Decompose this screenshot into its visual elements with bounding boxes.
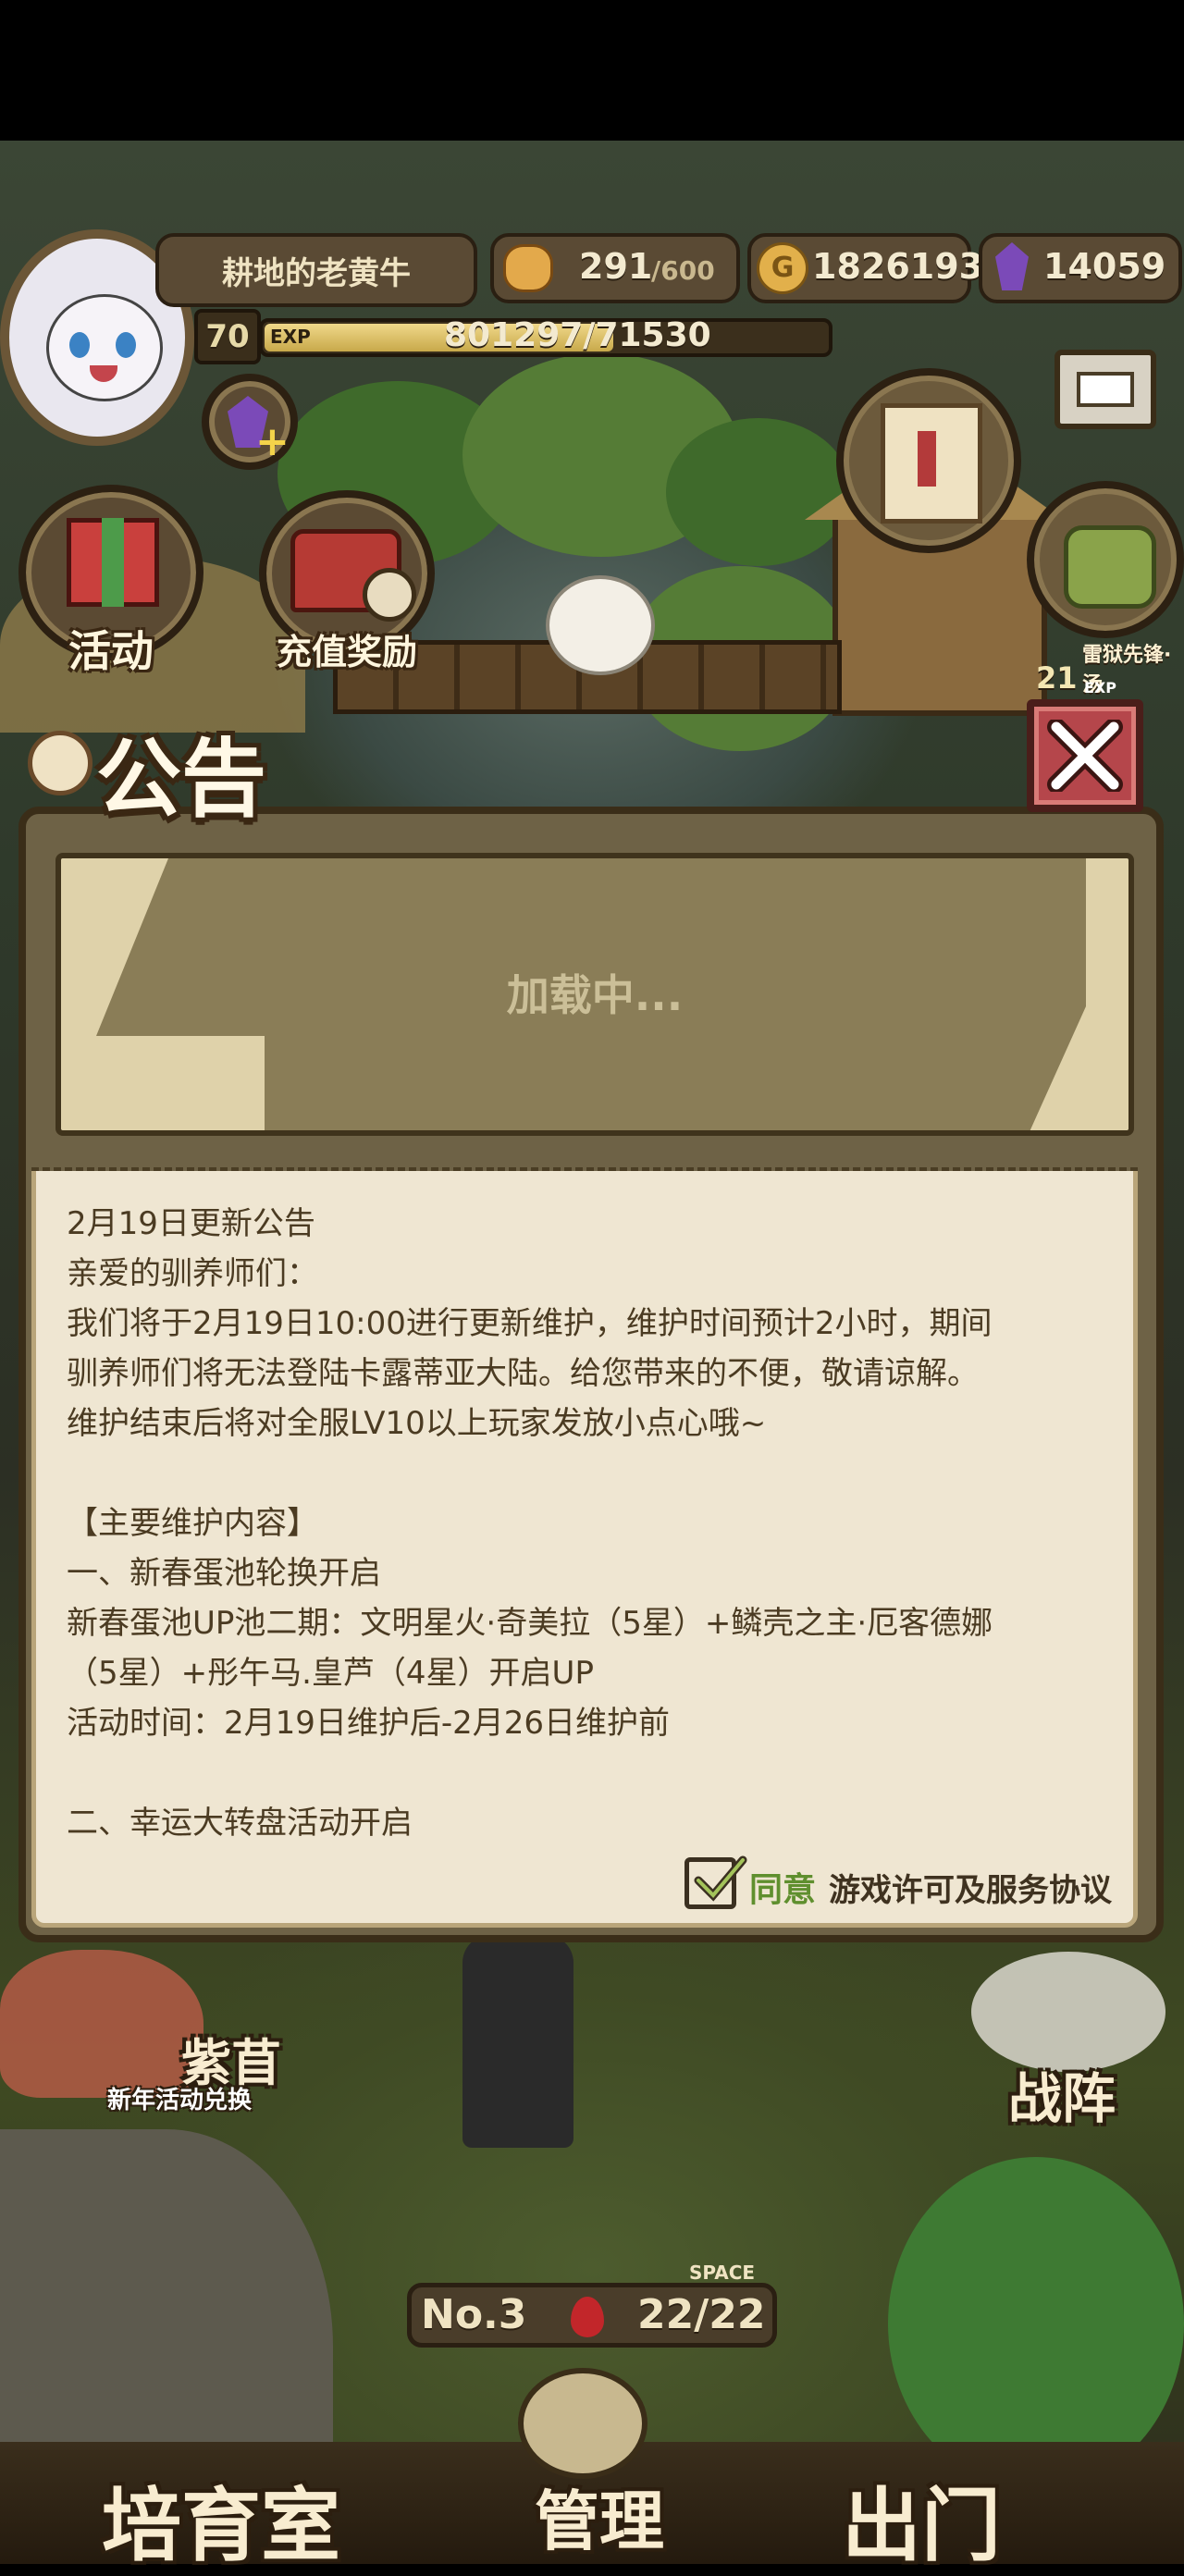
recharge-reward-label: 充值奖励 [276,632,417,672]
announcement-line: 我们将于2月19日10:00进行更新维护，维护时间预计2小时，期间 [67,1305,993,1342]
gold-value: 1826193 [812,246,984,287]
event-subtitle[interactable]: 新年活动兑换 [107,2081,252,2115]
player-name-plate[interactable]: 耕地的老黄牛 [155,233,477,307]
gem-value: 14059 [1043,246,1166,287]
announcement-line: 维护结束后将对全服LV10以上玩家发放小点心哦~ [67,1405,767,1442]
avatar-eye [69,332,90,358]
plus-icon: + [255,418,290,465]
announcement-line: 活动时间：2月19日维护后-2月26日维护前 [67,1705,671,1742]
announcement-text: 2月19日更新公告 亲爱的驯养师们： 我们将于2月19日10:00进行更新维护，… [67,1199,1112,1848]
go-out-label: 出门 [842,2479,1001,2572]
event-character-portrait[interactable] [0,1950,204,2098]
close-button[interactable] [1027,699,1143,812]
agree-label: 同意 [749,1871,817,1909]
bread-icon [503,244,553,292]
partner-level-row: 21 EXP [1027,660,1184,696]
announcement-line [67,1448,1112,1498]
flame-icon [571,2297,604,2337]
status-bar [0,0,1184,141]
level-badge: 70 [194,309,261,364]
manage-button[interactable]: 管理 [490,2368,703,2562]
formation-label[interactable]: 战阵 [1008,2055,1116,2133]
agreement-link[interactable]: 游戏许可及服务协议 [829,1865,1112,1910]
gift-ribbon [102,518,124,607]
banner-loading-text: 加载中... [506,970,684,1020]
avatar-mouth [90,365,117,382]
activity-label: 活动 [68,626,154,676]
backpack-icon [1064,525,1156,609]
player-level: 70 [205,318,250,355]
announcement-line: 驯养师们将无法登陆卡露蒂亚大陆。给您带来的不便，敬请谅解。 [67,1355,979,1392]
player-name: 耕地的老黄牛 [222,255,411,292]
gold-coin-icon: G [757,242,808,294]
dialog-title: 公告 [96,729,267,829]
quest-scroll-button[interactable] [836,368,1021,553]
exp-bar: EXP 801297/71530 [259,316,832,357]
purple-gem-icon [995,242,1029,290]
white-fluffy-creature [546,575,655,675]
room-number: No.3 [421,2291,527,2338]
stamina-counter[interactable]: 291 /600 [490,233,740,303]
announcement-line: （5星）+彤午马.皇芦（4星）开启UP [67,1655,594,1692]
avatar-eye [116,332,136,358]
announcement-line: 【主要维护内容】 [67,1505,318,1542]
scroll-roll-icon [28,731,92,795]
announcement-line [67,1748,1112,1798]
close-icon [1047,720,1123,792]
space-value: 22/22 [637,2291,766,2338]
go-out-button[interactable]: 出门 [832,2460,1073,2572]
announcement-line: 亲爱的驯养师们： [67,1255,318,1292]
big-tree [888,2157,1184,2490]
room-space-indicator[interactable]: No.3 SPACE 22/22 [407,2262,777,2348]
character-legs [462,1935,574,2148]
mail-button[interactable] [1054,350,1156,429]
partner-level: 21 [1036,660,1078,696]
manage-label: 管理 [535,2483,664,2559]
avatar-face [46,294,163,401]
stamina-max: /600 [651,255,715,286]
gold-counter[interactable]: G 1826193 [747,233,983,303]
announcement-line: 2月19日更新公告 [67,1205,315,1242]
announcement-line: 一、新春蛋池轮换开启 [67,1555,381,1592]
clock-icon [363,568,416,622]
nursery-label: 培育室 [102,2479,340,2572]
nursery-button[interactable]: 培育室 [92,2460,388,2572]
announcement-line: 新春蛋池UP池二期：文明星火·奇美拉（5星）+鳞壳之主·厄客德娜 [67,1605,993,1642]
checkmark-icon [694,1855,747,1902]
add-gem-button[interactable]: + [202,374,298,470]
scroll-mark [918,431,936,487]
backpack-button[interactable] [1027,481,1184,638]
agree-checkbox[interactable] [684,1855,747,1909]
keys-icon [518,2368,648,2479]
exp-label: EXP [270,326,311,348]
partner-exp-label: EXP [1084,679,1116,696]
space-label: SPACE [689,2262,756,2284]
envelope-icon [1077,372,1134,407]
announcement-line: 二、幸运大转盘活动开启 [67,1805,413,1842]
gem-counter[interactable]: 14059 [979,233,1182,303]
exp-value: 801297/71530 [444,316,711,354]
stamina-current: 291 [579,246,653,287]
formation-characters[interactable] [971,1952,1166,2072]
